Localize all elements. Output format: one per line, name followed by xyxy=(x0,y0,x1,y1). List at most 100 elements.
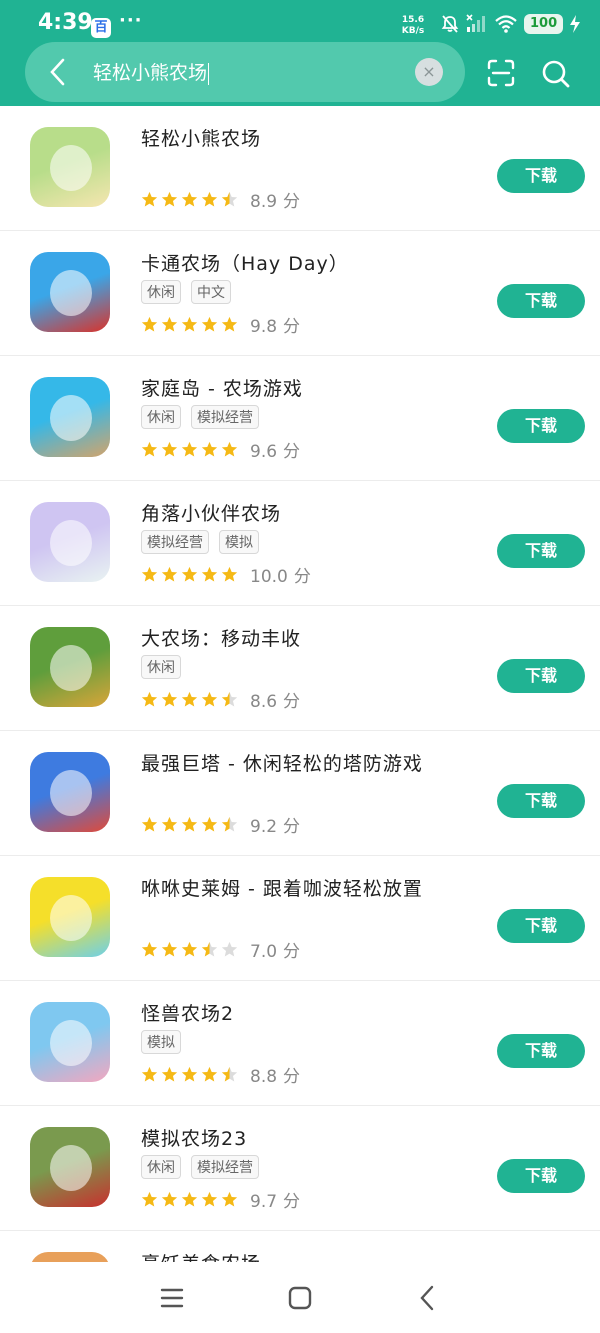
icon-artwork xyxy=(50,270,92,316)
list-item[interactable]: 轻松小熊农场 8.9 分 下载 xyxy=(0,106,600,231)
download-button[interactable]: 下载 xyxy=(497,1159,585,1193)
slime-icon[interactable] xyxy=(30,877,110,957)
app-name[interactable]: 烹饪美食农场 xyxy=(141,1249,261,1262)
star-rating xyxy=(141,566,238,583)
search-input[interactable]: 轻松小熊农场 xyxy=(93,58,210,85)
app-name[interactable]: 角落小伙伴农场 xyxy=(141,499,281,526)
download-button[interactable]: 下载 xyxy=(497,284,585,318)
list-item[interactable]: 咻咻史莱姆 - 跟着咖波轻松放置 7.0 分 下载 xyxy=(0,856,600,981)
tractor-icon[interactable] xyxy=(30,1127,110,1207)
category-tag: 模拟 xyxy=(141,1030,181,1054)
app-name[interactable]: 模拟农场23 xyxy=(141,1124,247,1151)
app-rating: 9.6 分 xyxy=(141,437,300,462)
clear-search-button[interactable]: × xyxy=(415,58,443,86)
star-icon xyxy=(181,816,198,832)
download-button[interactable]: 下载 xyxy=(497,159,585,193)
wifi-icon xyxy=(495,15,517,33)
status-bar: 4:39 百 ··· 15.6 KB/s 100 xyxy=(0,0,600,42)
download-button[interactable]: 下载 xyxy=(497,784,585,818)
list-item[interactable]: 烹饪美食农场 xyxy=(0,1231,600,1262)
category-tag: 休闲 xyxy=(141,280,181,304)
category-tag: 休闲 xyxy=(141,655,181,679)
icon-artwork xyxy=(50,145,92,191)
download-button[interactable]: 下载 xyxy=(497,534,585,568)
list-item[interactable]: 模拟农场23 休闲 模拟经营 9.7 分 下载 xyxy=(0,1106,600,1231)
back-button[interactable] xyxy=(43,56,73,88)
score-unit: 分 xyxy=(283,317,301,337)
scan-button[interactable] xyxy=(486,58,516,88)
star-rating xyxy=(141,816,238,833)
score-value: 10.0 xyxy=(250,567,288,587)
star-icon xyxy=(201,816,218,832)
icon-artwork xyxy=(50,520,92,566)
list-item[interactable]: 家庭岛 - 农场游戏 休闲 模拟经营 9.6 分 下载 xyxy=(0,356,600,481)
star-icon xyxy=(161,566,178,582)
category-tag: 中文 xyxy=(191,280,231,304)
category-tag: 休闲 xyxy=(141,1155,181,1179)
list-item[interactable]: 最强巨塔 - 休闲轻松的塔防游戏 9.2 分 下载 xyxy=(0,731,600,856)
cooking-farm-icon[interactable] xyxy=(30,1252,110,1262)
score-text: 9.2 分 xyxy=(250,812,300,837)
score-unit: 分 xyxy=(283,192,301,212)
app-name[interactable]: 咻咻史莱姆 - 跟着咖波轻松放置 xyxy=(141,874,423,901)
star-icon xyxy=(221,816,238,832)
app-rating: 9.8 分 xyxy=(141,312,300,337)
app-name[interactable]: 最强巨塔 - 休闲轻松的塔防游戏 xyxy=(141,749,423,776)
star-icon xyxy=(201,941,218,957)
monster-farm-icon[interactable] xyxy=(30,1002,110,1082)
hay-day-rooster-icon[interactable] xyxy=(30,252,110,332)
app-header: 4:39 百 ··· 15.6 KB/s 100 轻松小熊农场 × xyxy=(0,0,600,106)
star-icon xyxy=(161,441,178,457)
app-rating: 8.8 分 xyxy=(141,1062,300,1087)
star-icon xyxy=(181,316,198,332)
category-tag: 模拟经营 xyxy=(191,405,259,429)
rilakkuma-farm-icon[interactable] xyxy=(30,127,110,207)
more-notifications-icon: ··· xyxy=(119,10,143,31)
harvester-icon[interactable] xyxy=(30,627,110,707)
network-speed: 15.6 KB/s xyxy=(394,15,432,37)
family-island-icon[interactable] xyxy=(30,377,110,457)
app-name[interactable]: 卡通农场（Hay Day） xyxy=(141,249,349,276)
search-result-list[interactable]: 轻松小熊农场 8.9 分下载 卡通农场（Hay Day） 休闲 中文 9.8 分下载 家庭岛 -… xyxy=(0,106,600,1262)
network-speed-unit: KB/s xyxy=(401,26,425,36)
star-icon xyxy=(201,566,218,582)
list-item[interactable]: 怪兽农场2 模拟 8.8 分 下载 xyxy=(0,981,600,1106)
star-rating xyxy=(141,191,238,208)
app-name[interactable]: 怪兽农场2 xyxy=(141,999,234,1026)
star-icon xyxy=(201,1066,218,1082)
sumikko-farm-icon[interactable] xyxy=(30,502,110,582)
app-name[interactable]: 大农场：移动丰收 xyxy=(141,624,301,651)
app-name[interactable]: 家庭岛 - 农场游戏 xyxy=(141,374,303,401)
score-text: 7.0 分 xyxy=(250,937,300,962)
star-icon xyxy=(221,566,238,582)
download-button[interactable]: 下载 xyxy=(497,909,585,943)
home-button[interactable] xyxy=(284,1282,316,1314)
score-unit: 分 xyxy=(283,942,301,962)
download-button[interactable]: 下载 xyxy=(497,409,585,443)
app-name[interactable]: 轻松小熊农场 xyxy=(141,124,261,151)
chevron-left-icon xyxy=(50,58,65,86)
recent-apps-button[interactable] xyxy=(156,1282,188,1314)
star-icon xyxy=(201,1191,218,1207)
score-value: 9.6 xyxy=(250,442,278,462)
app-tags: 模拟经营 模拟 xyxy=(141,530,259,554)
star-icon xyxy=(181,191,198,207)
search-bar[interactable]: 轻松小熊农场 × xyxy=(25,42,465,102)
chevron-left-icon xyxy=(420,1285,434,1311)
star-icon xyxy=(221,691,238,707)
tower-defense-icon[interactable] xyxy=(30,752,110,832)
star-icon xyxy=(161,191,178,207)
icon-artwork xyxy=(50,1020,92,1066)
list-item[interactable]: 卡通农场（Hay Day） 休闲 中文 9.8 分 下载 xyxy=(0,231,600,356)
search-button[interactable] xyxy=(540,58,572,90)
nav-back-button[interactable] xyxy=(412,1282,444,1314)
list-item[interactable]: 大农场：移动丰收 休闲 8.6 分 下载 xyxy=(0,606,600,731)
score-unit: 分 xyxy=(283,1192,301,1212)
score-unit: 分 xyxy=(283,1067,301,1087)
star-icon xyxy=(221,941,238,957)
download-button[interactable]: 下载 xyxy=(497,1034,585,1068)
star-icon xyxy=(161,691,178,707)
list-item[interactable]: 角落小伙伴农场 模拟经营 模拟 10.0 分 下载 xyxy=(0,481,600,606)
star-icon xyxy=(141,941,158,957)
download-button[interactable]: 下载 xyxy=(497,659,585,693)
